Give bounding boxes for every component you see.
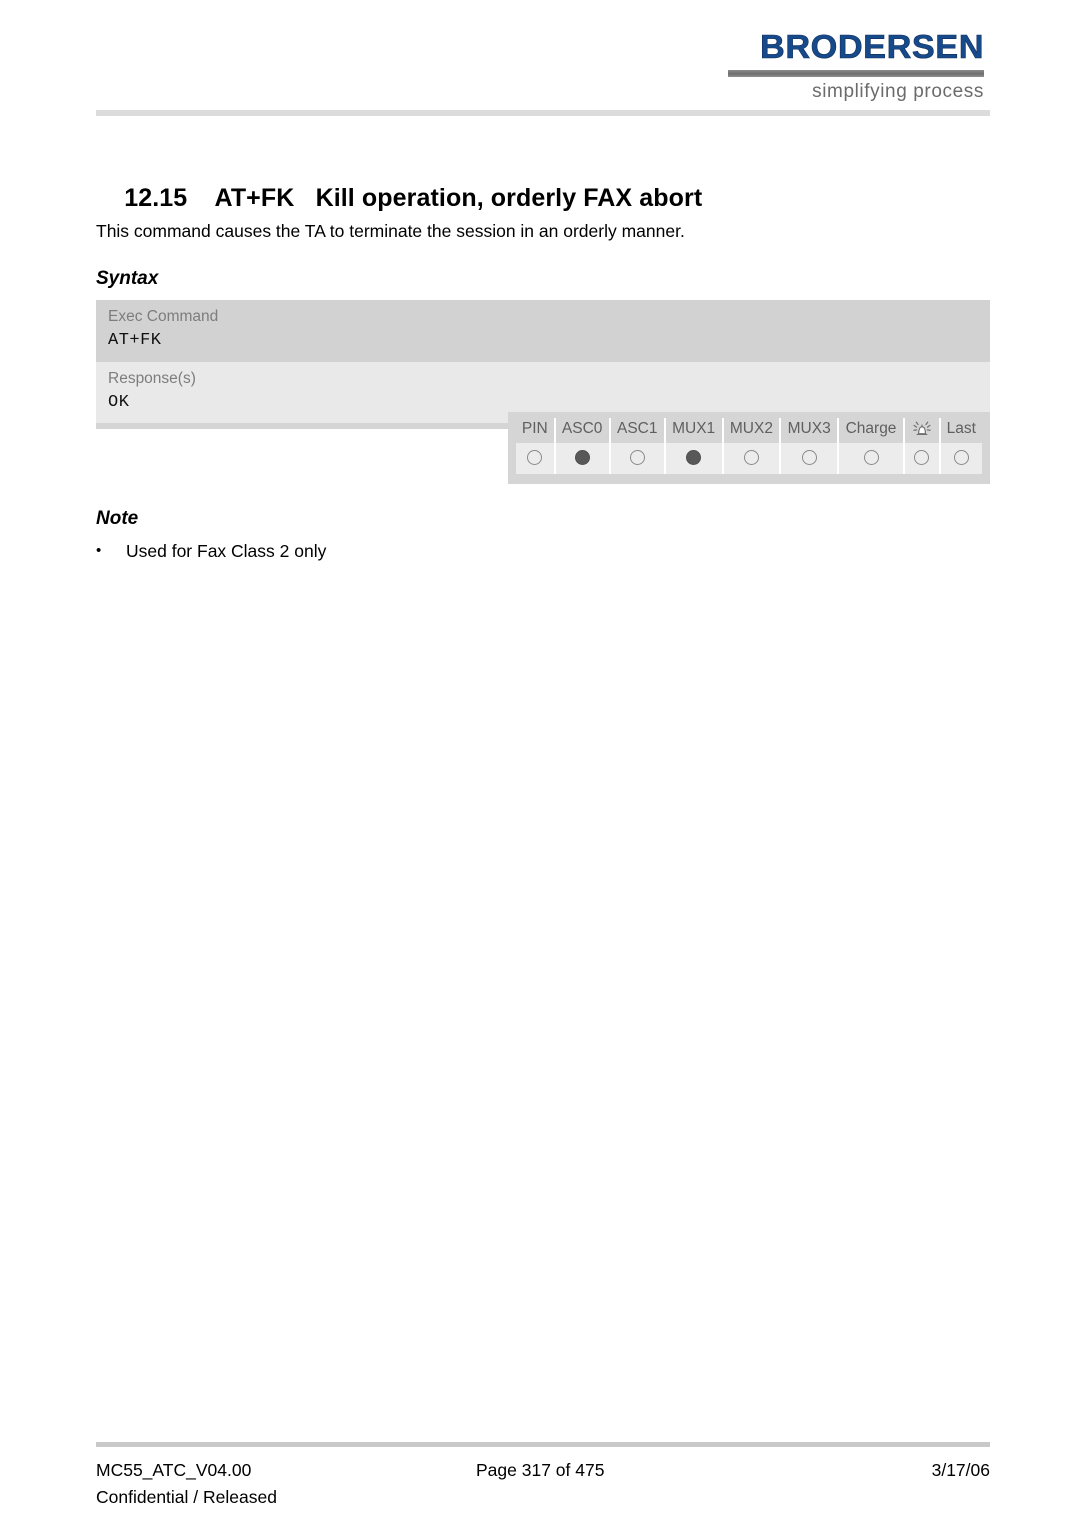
syntax-subheading: Syntax	[96, 268, 159, 289]
indicator-cell-alarm	[903, 443, 941, 475]
indicator-band: PIN ASC0 ASC1 MUX1 MUX2 MUX3 Charge Last	[508, 412, 990, 485]
indicator-header-last: Last	[939, 418, 982, 444]
list-item: • Used for Fax Class 2 only	[96, 540, 796, 564]
indicator-header-pin: PIN	[516, 418, 556, 444]
status-dot-asc0	[574, 450, 590, 466]
status-dot-alarm	[914, 450, 930, 466]
syntax-row-exec: Exec Command AT+FK	[96, 300, 990, 362]
status-dot-charge	[863, 450, 879, 466]
indicator-cell-mux1	[664, 443, 724, 475]
indicator-header-asc1: ASC1	[609, 418, 666, 444]
status-dot-pin	[527, 450, 543, 466]
brand-wordmark: BRODERSEN	[760, 28, 984, 65]
heading-title: Kill operation, orderly FAX abort	[315, 184, 703, 212]
heading-number: 12.15	[124, 184, 188, 212]
status-dot-mux2	[743, 450, 759, 466]
indicator-cell-last	[939, 443, 982, 475]
indicator-cell-pin	[516, 443, 556, 475]
status-dot-asc1	[629, 450, 645, 466]
footer-page-number: Page 317 of 475	[476, 1460, 605, 1480]
brand-rule	[728, 70, 984, 77]
footer-divider	[96, 1442, 990, 1447]
status-dot-last	[953, 450, 969, 466]
indicator-cell-asc0	[554, 443, 611, 475]
indicator-cell-mux2	[722, 443, 782, 475]
footer-date: 3/17/06	[931, 1460, 990, 1480]
status-dot-mux1	[686, 450, 702, 466]
alarm-icon	[911, 420, 933, 438]
footer-secondary-row: Confidential / Released	[96, 1485, 990, 1510]
indicator-header-row: PIN ASC0 ASC1 MUX1 MUX2 MUX3 Charge Last	[516, 418, 982, 444]
indicator-header-asc0: ASC0	[554, 418, 611, 444]
indicator-header-mux3: MUX3	[780, 418, 840, 444]
indicator-state-row	[516, 443, 982, 475]
indicator-cell-charge	[838, 443, 905, 475]
syntax-label-exec: Exec Command	[108, 308, 219, 325]
footer-document-id: MC55_ATC_V04.00	[96, 1460, 252, 1480]
document-page: BRODERSEN simplifying process 12.15 AT+F…	[0, 0, 1080, 1528]
brodersen-logo: BRODERSEN simplifying process	[722, 30, 984, 108]
indicator-header-alarm	[903, 418, 941, 444]
bullet-icon: •	[96, 542, 102, 559]
intro-paragraph: This command causes the TA to terminate …	[96, 221, 685, 241]
note-subheading: Note	[96, 508, 139, 529]
indicator-header-mux1: MUX1	[664, 418, 724, 444]
indicator-cell-mux3	[780, 443, 840, 475]
syntax-code-exec: AT+FK	[108, 331, 162, 351]
footer-classification: Confidential / Released	[96, 1486, 277, 1507]
page-footer: MC55_ATC_V04.00 Page 317 of 475 3/17/06 …	[96, 1458, 990, 1509]
syntax-table: Exec Command AT+FK Response(s) OK	[96, 300, 990, 430]
note-item-text: Used for Fax Class 2 only	[126, 541, 327, 561]
footer-primary-row: MC55_ATC_V04.00 Page 317 of 475 3/17/06	[96, 1458, 990, 1483]
indicator-header-charge: Charge	[838, 418, 905, 444]
header-divider	[96, 110, 990, 116]
syntax-label-response: Response(s)	[108, 369, 196, 387]
status-dot-mux3	[801, 450, 817, 466]
heading-command: AT+FK	[214, 184, 295, 212]
note-list: • Used for Fax Class 2 only	[96, 540, 796, 564]
indicator-cell-asc1	[609, 443, 666, 475]
indicator-header-mux2: MUX2	[722, 418, 782, 444]
indicator-table: PIN ASC0 ASC1 MUX1 MUX2 MUX3 Charge Last	[516, 418, 982, 475]
brand-tagline: simplifying process	[812, 81, 984, 102]
